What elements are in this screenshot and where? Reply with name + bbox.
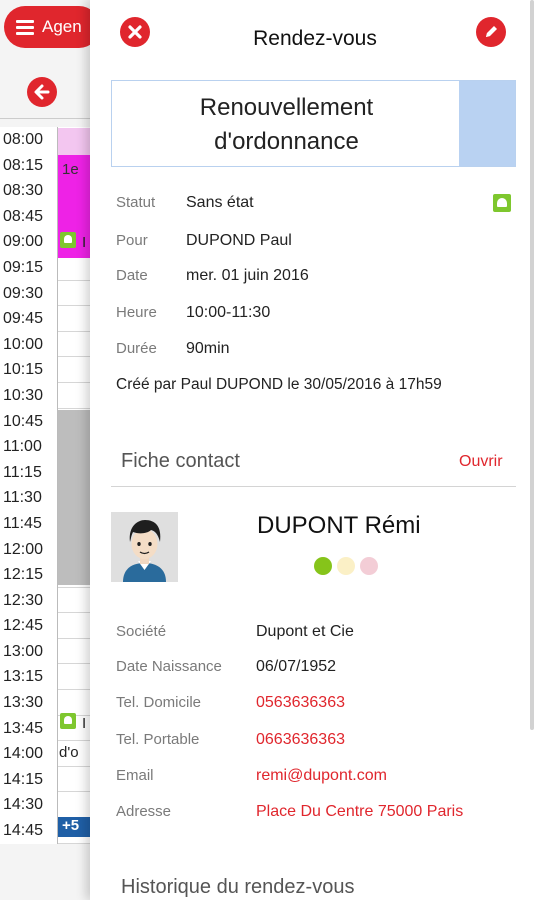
time-slot-row[interactable]: 14:15 bbox=[0, 766, 100, 793]
heure-label: Heure bbox=[116, 304, 157, 321]
avatar bbox=[111, 512, 178, 582]
time-label: 11:30 bbox=[0, 485, 58, 511]
naissance-value: 06/07/1952 bbox=[256, 658, 337, 675]
event-text: I bbox=[82, 234, 87, 251]
time-label: 11:15 bbox=[0, 459, 58, 486]
created-by-text: Créé par Paul DUPOND le 30/05/2016 à 17h… bbox=[116, 376, 442, 393]
email-label: Email bbox=[116, 767, 154, 784]
appointment-color-strip bbox=[459, 81, 515, 166]
section-divider bbox=[111, 486, 516, 487]
date-value: mer. 01 juin 2016 bbox=[186, 267, 309, 284]
event-text: 1e bbox=[62, 161, 79, 178]
pour-label: Pour bbox=[116, 232, 148, 249]
bell-tag-icon bbox=[493, 194, 511, 212]
appointment-title: Renouvellement d'ordonnance bbox=[112, 91, 461, 159]
time-label: 11:45 bbox=[0, 510, 58, 537]
time-label: 10:00 bbox=[0, 331, 58, 358]
time-slot-row[interactable]: 13:00 bbox=[0, 638, 100, 665]
time-label: 13:15 bbox=[0, 664, 58, 691]
time-label: 14:15 bbox=[0, 766, 58, 793]
time-label: 08:30 bbox=[0, 178, 58, 204]
time-label: 13:30 bbox=[0, 690, 58, 716]
agenda-menu-label: Agen bbox=[42, 17, 82, 36]
time-label: 12:30 bbox=[0, 587, 58, 614]
time-label: 14:00 bbox=[0, 741, 58, 767]
bell-tag-icon bbox=[60, 713, 76, 729]
color-dot bbox=[337, 557, 355, 575]
contact-name: DUPONT Rémi bbox=[257, 512, 421, 539]
color-dot bbox=[314, 557, 332, 575]
time-label: 13:00 bbox=[0, 638, 58, 665]
statut-label: Statut bbox=[116, 194, 156, 211]
heure-value: 10:00-11:30 bbox=[186, 304, 271, 321]
time-label: 12:00 bbox=[0, 536, 58, 563]
time-slot-row[interactable]: 14:30 bbox=[0, 792, 100, 819]
tel-portable-link[interactable]: 0663636363 bbox=[256, 731, 345, 749]
time-label: 08:00 bbox=[0, 127, 58, 153]
event-text: I bbox=[82, 715, 87, 732]
color-dot bbox=[360, 557, 378, 575]
tel-domicile-link[interactable]: 0563636363 bbox=[256, 694, 345, 712]
scrollbar[interactable] bbox=[530, 0, 534, 730]
contact-section-title: Fiche contact bbox=[121, 450, 240, 472]
societe-value: Dupont et Cie bbox=[256, 623, 354, 640]
pour-value: DUPOND Paul bbox=[186, 232, 292, 249]
tel-portable-label: Tel. Portable bbox=[116, 731, 200, 748]
time-label: 09:15 bbox=[0, 254, 58, 281]
time-label: 08:45 bbox=[0, 203, 58, 230]
time-label: 14:30 bbox=[0, 792, 58, 819]
time-slot-row[interactable]: 09:15 bbox=[0, 254, 100, 281]
time-label: 11:00 bbox=[0, 434, 58, 460]
duree-value: 90min bbox=[186, 340, 230, 357]
time-slot-row[interactable]: 10:15 bbox=[0, 357, 100, 383]
email-link[interactable]: remi@dupont.com bbox=[256, 767, 387, 785]
tel-domicile-label: Tel. Domicile bbox=[116, 694, 202, 711]
duree-label: Durée bbox=[116, 340, 157, 357]
time-slot-row[interactable]: 13:30 bbox=[0, 690, 100, 716]
time-slot-row[interactable]: 12:45 bbox=[0, 613, 100, 639]
time-slot-row[interactable]: 13:15 bbox=[0, 664, 100, 691]
societe-label: Société bbox=[116, 623, 167, 640]
agenda-background: Agen 08:00 08:15 08:30 08:45 09:00 09:15 09:30… bbox=[0, 0, 100, 900]
statut-value: Sans état bbox=[186, 194, 254, 211]
appointment-panel: Rendez-vous Renouvellement d'ordonnance … bbox=[90, 0, 540, 900]
time-slot-row[interactable]: 12:30 bbox=[0, 587, 100, 614]
naissance-label: Date Naissance bbox=[116, 658, 222, 675]
time-label: 09:45 bbox=[0, 306, 58, 332]
time-label: 12:45 bbox=[0, 613, 58, 639]
agenda-menu-button[interactable]: Agen bbox=[4, 6, 100, 48]
pencil-icon[interactable] bbox=[476, 17, 506, 47]
adresse-label: Adresse bbox=[116, 803, 172, 820]
time-slot-row[interactable]: 10:00 bbox=[0, 331, 100, 358]
back-arrow-icon[interactable] bbox=[27, 77, 57, 107]
time-label: 09:00 bbox=[0, 229, 58, 255]
time-label: 10:15 bbox=[0, 357, 58, 383]
time-label: 09:30 bbox=[0, 280, 58, 307]
appointment-title-box: Renouvellement d'ordonnance bbox=[111, 80, 516, 167]
agenda-divider bbox=[0, 118, 100, 119]
appointment-title-line2: d'ordonnance bbox=[214, 128, 359, 155]
time-slot-row[interactable]: 09:45 bbox=[0, 306, 100, 332]
date-label: Date bbox=[116, 267, 148, 284]
menu-icon bbox=[16, 17, 34, 38]
time-label: 10:45 bbox=[0, 408, 58, 435]
panel-title: Rendez-vous bbox=[253, 27, 377, 50]
bell-tag-icon bbox=[60, 232, 76, 248]
time-slot-row[interactable]: 09:30 bbox=[0, 280, 100, 307]
time-label: 12:15 bbox=[0, 562, 58, 588]
adresse-link[interactable]: Place Du Centre 75000 Paris bbox=[256, 803, 463, 821]
appointment-title-line1: Renouvellement bbox=[199, 94, 374, 121]
time-label: 10:30 bbox=[0, 382, 58, 409]
time-slot-row[interactable]: 10:30 bbox=[0, 382, 100, 409]
history-section-title: Historique du rendez-vous bbox=[121, 876, 355, 898]
time-label: 14:45 bbox=[0, 818, 58, 844]
time-label: 08:15 bbox=[0, 152, 58, 179]
time-slot-row[interactable]: 14:00 bbox=[0, 741, 100, 767]
event-text: d'o bbox=[59, 744, 79, 761]
time-label: 13:45 bbox=[0, 715, 58, 742]
open-contact-link[interactable]: Ouvrir bbox=[459, 453, 503, 471]
